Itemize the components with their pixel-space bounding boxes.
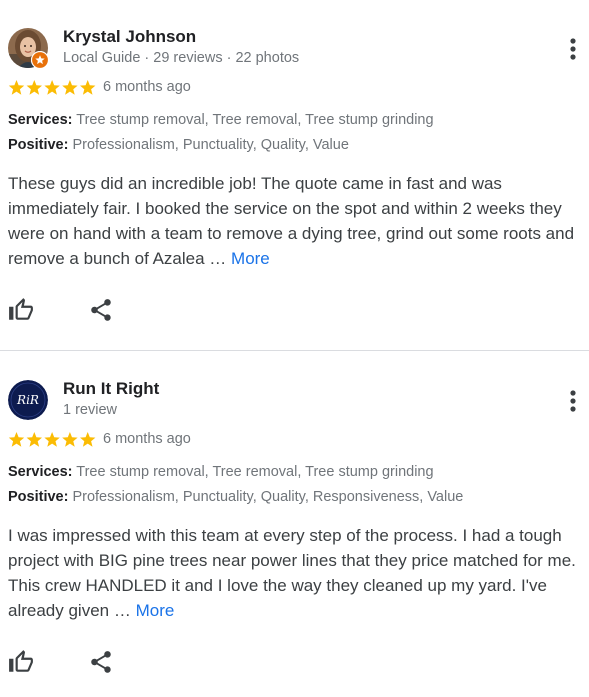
share-button[interactable] [88,297,114,323]
star-icon [44,432,60,447]
avatar-logo-text: RiR [16,393,39,407]
local-guide-badge-icon [30,50,50,70]
more-link[interactable]: More [136,601,175,620]
star-rating [8,79,96,97]
services-label: Services: [8,464,73,480]
review-text: I was impressed with this team at every … [8,523,589,623]
star-icon [8,80,25,95]
reviewer-meta[interactable]: 1 review [63,402,117,418]
thumb-up-icon [9,298,33,320]
reviewer-name[interactable]: Krystal Johnson [63,27,196,47]
more-options-button[interactable] [563,389,583,413]
star-icon [26,432,42,447]
reviewer-meta[interactable]: Local Guide · 29 reviews · 22 photos [63,50,299,66]
positive-label: Positive: [8,489,69,505]
positive-attribute: Positive: Professionalism, Punctuality, … [8,489,463,505]
positive-attribute: Positive: Professionalism, Punctuality, … [8,137,349,153]
positive-value: Professionalism, Punctuality, Quality, R… [72,489,464,505]
review-text-body: These guys did an incredible job! The qu… [8,174,575,268]
star-icon [80,80,96,95]
share-button[interactable] [88,649,114,675]
services-label: Services: [8,112,73,128]
star-icon [44,80,60,95]
like-button[interactable] [8,297,34,323]
star-icon [8,432,25,447]
star-icon [62,432,78,447]
thumb-up-icon [9,650,33,672]
star-rating [8,431,96,449]
review-divider [0,350,589,351]
share-icon [91,651,111,673]
avatar-logo: RiR [8,380,48,420]
review-date: 6 months ago [103,431,191,447]
review-text-body: I was impressed with this team at every … [8,526,576,620]
more-options-button[interactable] [563,37,583,61]
services-attribute: Services: Tree stump removal, Tree remov… [8,112,434,128]
services-value: Tree stump removal, Tree removal, Tree s… [76,112,434,128]
positive-label: Positive: [8,137,69,153]
share-icon [91,299,111,321]
more-vert-icon [570,390,576,412]
avatar[interactable]: RiR [8,380,48,420]
positive-value: Professionalism, Punctuality, Quality, V… [72,137,349,153]
more-link[interactable]: More [231,249,270,268]
more-vert-icon [570,38,576,60]
review-card: Krystal Johnson Local Guide · 29 reviews… [0,0,589,351]
services-attribute: Services: Tree stump removal, Tree remov… [8,464,434,480]
services-value: Tree stump removal, Tree removal, Tree s… [76,464,434,480]
review-text: These guys did an incredible job! The qu… [8,171,589,271]
star-icon [26,80,42,95]
like-button[interactable] [8,649,34,675]
review-card: RiR Run It Right 1 review 6 months ago S… [0,352,589,697]
star-icon [62,80,78,95]
review-date: 6 months ago [103,79,191,95]
reviewer-name[interactable]: Run It Right [63,379,159,399]
star-icon [80,432,96,447]
